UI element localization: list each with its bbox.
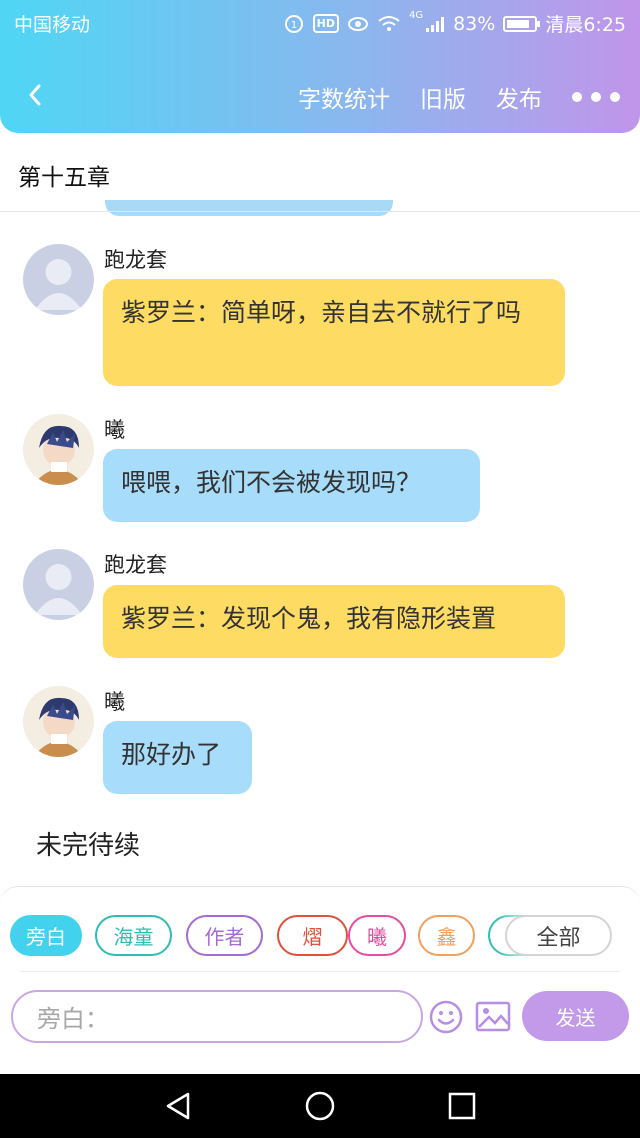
composer: 旁白 海童 作者 熠 曦 鑫 全部 旁白： 发送 — [0, 886, 640, 1046]
chapter-title: 第十五章 — [18, 165, 110, 191]
sender-name: 跑龙套 — [104, 248, 167, 272]
message-input[interactable]: 旁白： — [11, 990, 423, 1043]
header: 中国移动 1 HD 4G 83% 清晨6:25 字数统计 旧版 发布 — [0, 0, 640, 133]
status-bar: 中国移动 1 HD 4G 83% 清晨6:25 — [0, 0, 640, 44]
emoji-icon[interactable] — [429, 1000, 463, 1034]
status-icons: 1 HD 4G 83% 清晨6:25 — [283, 10, 626, 37]
role-selector: 旁白 海童 作者 熠 曦 鑫 全部 — [10, 915, 630, 957]
battery-icon — [503, 15, 541, 32]
back-triangle-icon[interactable] — [162, 1090, 194, 1122]
old-version-button[interactable]: 旧版 — [420, 80, 466, 114]
default-user-icon — [35, 259, 82, 310]
sender-name: 曦 — [104, 690, 125, 714]
chevron-left-icon — [29, 84, 41, 106]
battery-percent: 83% — [453, 12, 496, 35]
publish-button[interactable]: 发布 — [496, 80, 542, 114]
message-bubble[interactable]: 紫罗兰：发现个鬼，我有隐形装置 — [103, 585, 565, 658]
eye-icon — [347, 16, 368, 31]
role-chip[interactable]: 曦 — [348, 915, 406, 956]
role-chip[interactable]: 作者 — [186, 915, 263, 956]
dot-icon — [610, 92, 620, 102]
page: 中国移动 1 HD 4G 83% 清晨6:25 字数统计 旧版 发布 第十五章 … — [0, 0, 640, 1138]
avatar[interactable] — [23, 414, 94, 485]
image-icon[interactable] — [475, 1001, 511, 1032]
character-avatar-icon — [23, 414, 94, 485]
to-be-continued-label: 未完待续 — [36, 831, 141, 861]
signal-icon — [426, 16, 445, 32]
role-chip[interactable]: 海童 — [95, 915, 172, 956]
sender-name: 曦 — [104, 418, 125, 442]
hd-icon: HD — [312, 14, 339, 33]
avatar[interactable] — [23, 686, 94, 757]
network-type-label: 4G — [408, 10, 424, 21]
home-circle-icon[interactable] — [304, 1090, 336, 1122]
recents-square-icon[interactable] — [446, 1090, 478, 1122]
role-chip[interactable]: 熠 — [277, 915, 348, 956]
message-bubble[interactable]: 紫罗兰：简单呀，亲自去不就行了吗 — [103, 279, 565, 386]
all-roles-button[interactable]: 全部 — [505, 915, 612, 956]
svg-text:1: 1 — [290, 20, 296, 31]
nav-actions: 字数统计 旧版 发布 — [268, 80, 620, 114]
dot-icon — [572, 92, 582, 102]
character-avatar-icon — [23, 686, 94, 757]
avatar[interactable] — [23, 244, 94, 315]
more-button[interactable] — [572, 92, 620, 102]
carrier-label: 中国移动 — [14, 14, 91, 36]
nav-bar: 字数统计 旧版 发布 — [0, 60, 640, 132]
role-chip[interactable]: 鑫 — [418, 915, 475, 956]
system-nav-bar — [0, 1074, 640, 1138]
wifi-icon — [378, 15, 400, 31]
avatar[interactable] — [23, 549, 94, 620]
message-bubble[interactable]: 喂喂，我们不会被发现吗？ — [103, 449, 480, 522]
back-button[interactable] — [18, 78, 52, 112]
partial-message-bubble — [105, 200, 393, 216]
default-user-icon — [35, 564, 82, 615]
divider — [20, 971, 620, 972]
call-forward-icon: 1 — [284, 14, 303, 33]
role-chip-narrator[interactable]: 旁白 — [10, 915, 82, 956]
sender-name: 跑龙套 — [104, 553, 167, 577]
clock: 清晨6:25 — [545, 14, 626, 36]
dot-icon — [591, 92, 601, 102]
word-count-button[interactable]: 字数统计 — [298, 80, 390, 114]
send-button[interactable]: 发送 — [522, 991, 629, 1041]
divider — [0, 211, 640, 212]
message-bubble[interactable]: 那好办了 — [103, 721, 252, 794]
